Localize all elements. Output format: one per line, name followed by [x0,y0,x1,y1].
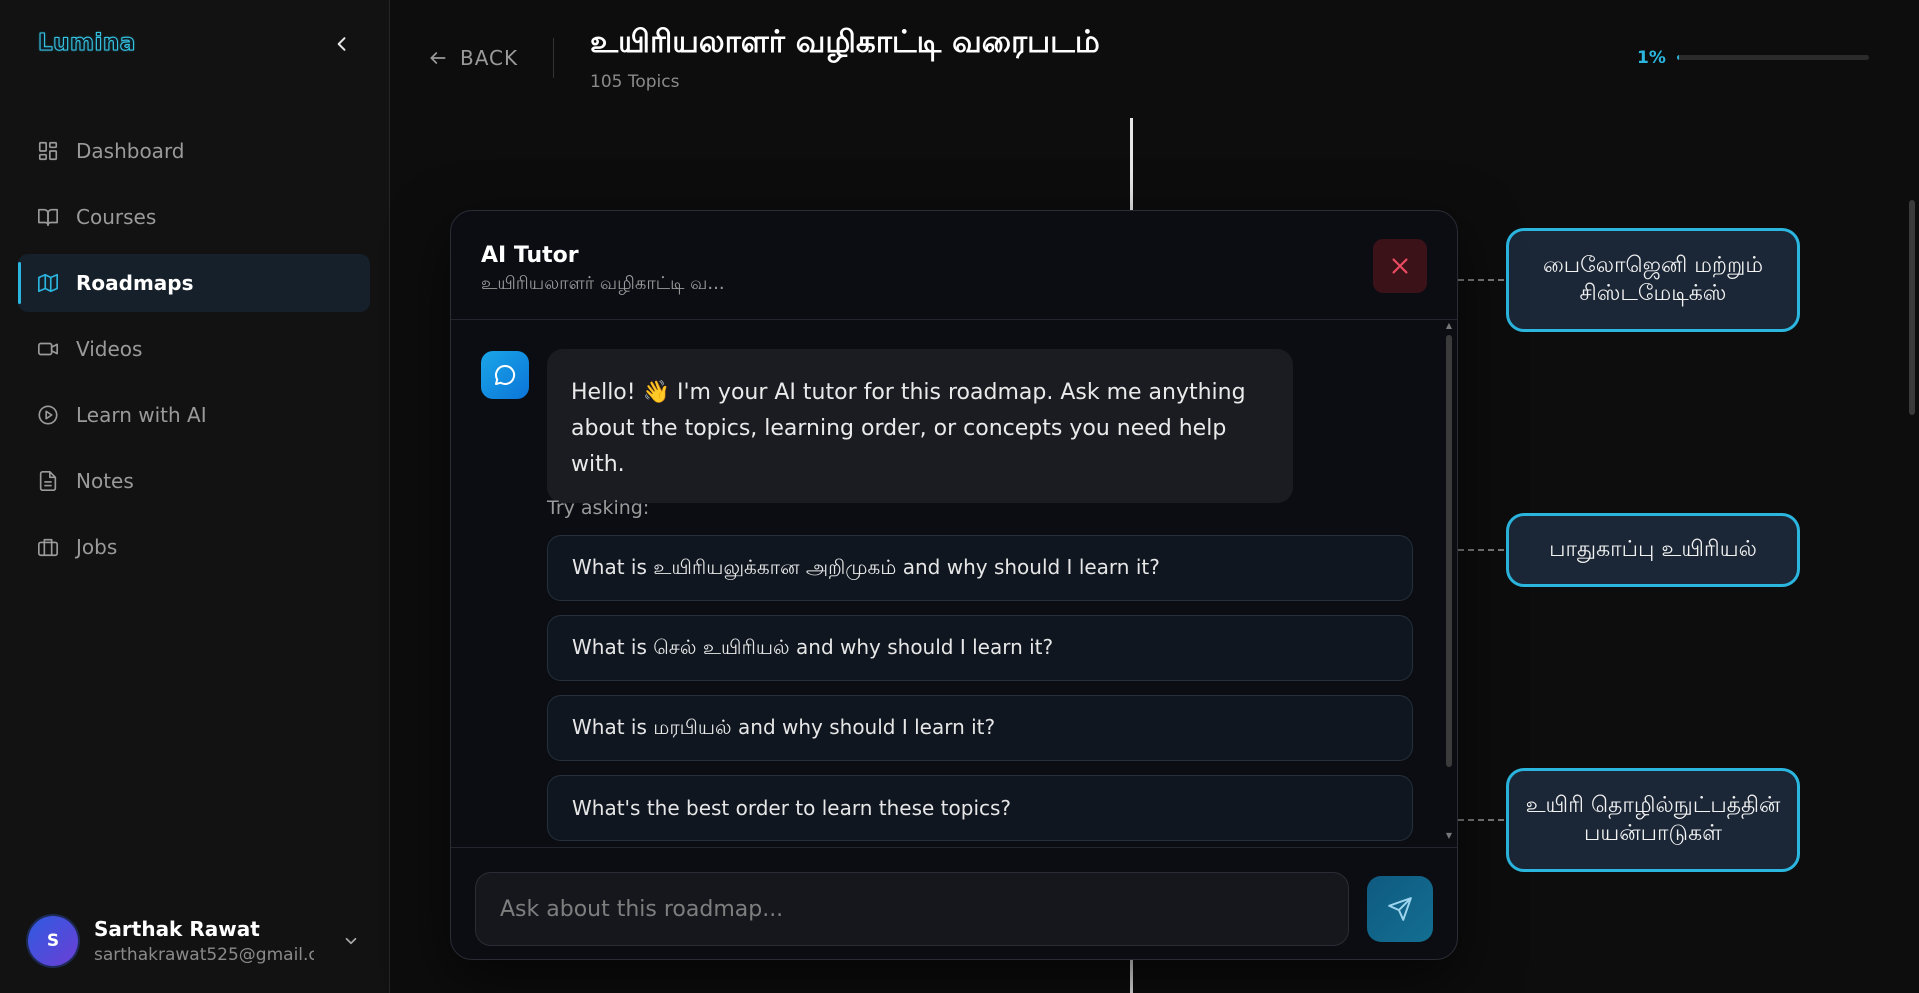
avatar: S [28,916,78,966]
scroll-up-arrow-icon[interactable]: ▲ [1444,321,1454,330]
modal-subtitle: உயிரியலாளர் வழிகாட்டி வ... [481,273,725,294]
play-circle-icon [36,403,60,427]
sidebar-item-label: Roadmaps [76,271,194,295]
user-menu-toggle[interactable] [339,929,363,953]
sidebar-item-label: Jobs [76,535,118,559]
close-icon [1392,258,1408,274]
send-button[interactable] [1367,876,1433,942]
document-icon [36,469,60,493]
scroll-down-arrow-icon[interactable]: ▼ [1444,831,1454,840]
user-name: Sarthak Rawat [94,917,260,941]
sidebar-item-label: Videos [76,337,143,361]
roadmap-dashed-link [1458,279,1504,281]
book-icon [36,205,60,229]
try-asking-label: Try asking: [547,497,650,519]
roadmap-node[interactable]: பாதுகாப்பு உயிரியல் [1506,513,1800,587]
sidebar-item-roadmaps[interactable]: Roadmaps [18,254,370,312]
close-button[interactable] [1373,239,1427,293]
suggestion-chip[interactable]: What's the best order to learn these top… [547,775,1413,841]
chevron-left-icon [337,37,346,51]
roadmap-connector-top [1130,118,1133,210]
modal-title: AI Tutor [481,243,579,268]
video-icon [36,337,60,361]
sidebar-item-label: Courses [76,205,157,229]
sidebar-item-notes[interactable]: Notes [18,452,370,510]
app-logo[interactable]: Lumina [38,30,136,57]
roadmap-node[interactable]: பைலோஜெனி மற்றும் சிஸ்டமேடிக்ஸ் [1506,228,1800,332]
ai-tutor-modal: AI Tutor உயிரியலாளர் வழிகாட்டி வ... Hell… [450,210,1458,960]
sidebar-item-videos[interactable]: Videos [18,320,370,378]
sidebar-nav: Dashboard Courses Roadmaps Videos Learn … [18,122,370,584]
roadmap-connector-bottom [1130,958,1133,993]
modal-header: AI Tutor உயிரியலாளர் வழிகாட்டி வ... [451,211,1457,320]
suggestion-chip[interactable]: What is உயிரியலுக்கான அறிமுகம் and why s… [547,535,1413,601]
user-email: sarthakrawat525@gmail.c... [94,945,314,965]
chat-bubble-icon [495,364,516,385]
page-scrollbar[interactable] [1909,200,1915,415]
chat-input[interactable] [475,872,1349,946]
dashboard-icon [36,139,60,163]
sidebar-item-dashboard[interactable]: Dashboard [18,122,370,180]
chat-messages: Hello! 👋 I'm your AI tutor for this road… [451,319,1457,847]
suggestion-chip[interactable]: What is செல் உயிரியல் and why should I l… [547,615,1413,681]
arrow-left-icon [428,48,448,68]
sidebar-item-learn-with-ai[interactable]: Learn with AI [18,386,370,444]
back-label: BACK [460,46,519,70]
roadmap-dashed-link [1458,549,1504,551]
send-icon [1388,897,1412,921]
sidebar: Lumina Dashboard Courses Roadmaps Videos… [0,0,390,993]
sidebar-item-label: Notes [76,469,134,493]
header-divider [553,38,554,78]
back-button[interactable]: BACK [428,46,518,70]
chevron-down-icon [345,937,357,945]
roadmap-node[interactable]: உயிரி தொழில்நுட்பத்தின் பயன்பாடுகள் [1506,768,1800,872]
page-title: உயிரியலாளர் வழிகாட்டி வரைபடம் [590,24,1100,60]
suggestion-list: What is உயிரியலுக்கான அறிமுகம் and why s… [547,535,1413,847]
sidebar-item-label: Learn with AI [76,403,207,427]
sidebar-item-label: Dashboard [76,139,185,163]
chat-input-bar [451,847,1457,959]
suggestion-chip[interactable]: What is மரபியல் and why should I learn i… [547,695,1413,761]
roadmap-dashed-link [1458,819,1504,821]
user-profile[interactable]: S Sarthak Rawat sarthakrawat525@gmail.c.… [28,912,363,970]
topic-count: 105 Topics [590,72,680,92]
sidebar-item-courses[interactable]: Courses [18,188,370,246]
briefcase-icon [36,535,60,559]
sidebar-item-jobs[interactable]: Jobs [18,518,370,576]
progress-label: 1% [1637,48,1666,68]
chat-scrollbar[interactable] [1446,335,1452,767]
assistant-message: Hello! 👋 I'm your AI tutor for this road… [547,349,1293,503]
progress-bar [1677,55,1869,60]
progress-fill [1677,55,1679,60]
collapse-sidebar-button[interactable] [330,32,354,56]
bot-avatar [481,351,529,399]
user-info: Sarthak Rawat sarthakrawat525@gmail.c... [94,917,314,965]
map-icon [36,271,60,295]
